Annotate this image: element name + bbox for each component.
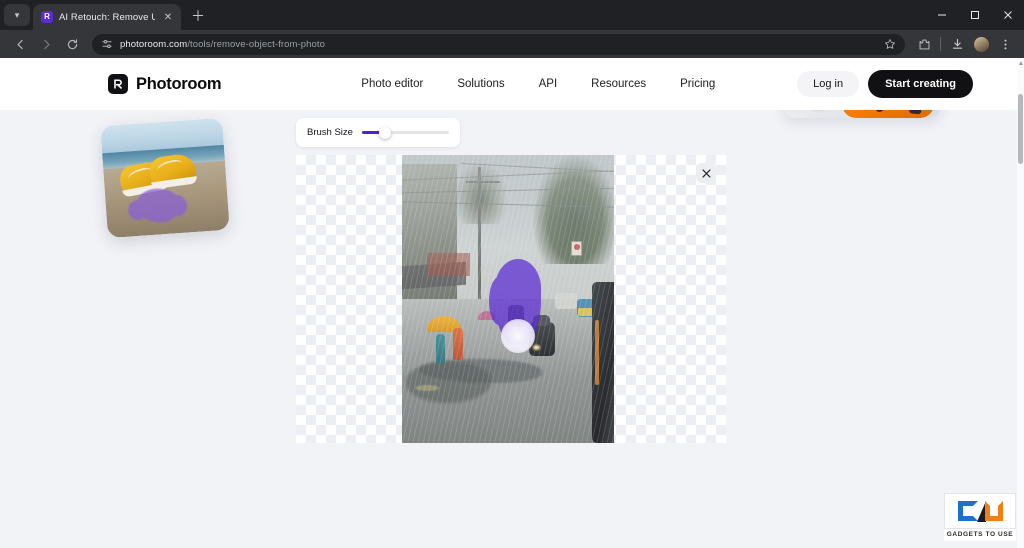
- brand-name: Photoroom: [136, 74, 222, 93]
- nav-item-photo-editor[interactable]: Photo editor: [361, 78, 423, 90]
- url-domain: photoroom.com: [120, 38, 188, 50]
- watermark-text: GADGETS TO USE: [944, 529, 1016, 541]
- close-canvas-button[interactable]: [696, 163, 716, 183]
- header-actions: Log in Start creating: [797, 70, 973, 98]
- brand-logo[interactable]: Photoroom: [108, 74, 222, 94]
- slider-thumb[interactable]: [379, 126, 392, 139]
- nav-item-solutions[interactable]: Solutions: [457, 78, 504, 90]
- sample-image-sneakers: [100, 117, 230, 239]
- brush-size-label: Brush Size: [307, 127, 353, 138]
- gadgets-to-use-logo-icon: [944, 493, 1016, 529]
- nav-item-resources[interactable]: Resources: [591, 78, 646, 90]
- browser-tab[interactable]: R AI Retouch: Remove Unwanted ✕: [33, 4, 181, 30]
- brush-size-slider[interactable]: [361, 126, 449, 139]
- maximize-button[interactable]: [958, 0, 991, 30]
- forward-arrow-icon[interactable]: [34, 32, 58, 56]
- address-bar-url: photoroom.com/tools/remove-object-from-p…: [120, 39, 877, 50]
- three-dot-menu-icon[interactable]: [994, 33, 1016, 55]
- url-path: /tools/remove-object-from-photo: [187, 38, 326, 50]
- editor-canvas[interactable]: [296, 155, 726, 443]
- gadgets-to-use-watermark: GADGETS TO USE: [944, 493, 1016, 541]
- star-icon[interactable]: [884, 38, 896, 50]
- scrollbar-thumb[interactable]: [1018, 94, 1023, 164]
- nav-item-pricing[interactable]: Pricing: [680, 78, 715, 90]
- window-controls: [925, 0, 1024, 30]
- profile-avatar-icon[interactable]: [970, 33, 992, 55]
- tune-settings-icon[interactable]: [101, 38, 113, 50]
- address-bar[interactable]: photoroom.com/tools/remove-object-from-p…: [92, 33, 905, 55]
- puzzle-extension-icon[interactable]: [913, 33, 935, 55]
- browser-titlebar: ▾ R AI Retouch: Remove Unwanted ✕ ＋: [0, 0, 1024, 30]
- tab-list-chevron-icon[interactable]: ▾: [4, 4, 30, 26]
- nav-item-api[interactable]: API: [539, 78, 558, 90]
- photoroom-logo-icon: [108, 74, 128, 94]
- toolbar-divider: [940, 37, 941, 51]
- photoroom-favicon-icon: R: [41, 11, 53, 23]
- brush-size-panel: Brush Size: [296, 118, 460, 147]
- new-tab-button[interactable]: ＋: [187, 5, 209, 27]
- uploaded-photo[interactable]: [402, 155, 614, 443]
- tab-close-icon[interactable]: ✕: [161, 12, 175, 23]
- scroll-up-arrow-icon[interactable]: [1018, 61, 1023, 65]
- browser-window: ▾ R AI Retouch: Remove Unwanted ✕ ＋: [0, 0, 1024, 548]
- minimize-button[interactable]: [925, 0, 958, 30]
- tab-title: AI Retouch: Remove Unwanted: [59, 11, 155, 23]
- log-in-button[interactable]: Log in: [797, 71, 860, 97]
- download-icon[interactable]: [946, 33, 968, 55]
- site-nav: Photo editor Solutions API Resources Pri…: [361, 78, 715, 90]
- page-scrollbar[interactable]: [1017, 58, 1024, 548]
- reload-icon[interactable]: [60, 32, 84, 56]
- browser-toolbar: photoroom.com/tools/remove-object-from-p…: [0, 30, 1024, 58]
- back-arrow-icon[interactable]: [8, 32, 32, 56]
- start-creating-button[interactable]: Start creating: [868, 70, 973, 98]
- site-header: Photoroom Photo editor Solutions API Res…: [0, 58, 1017, 110]
- close-window-button[interactable]: [991, 0, 1024, 30]
- web-page: Photoroom Photo editor Solutions API Res…: [0, 58, 1024, 548]
